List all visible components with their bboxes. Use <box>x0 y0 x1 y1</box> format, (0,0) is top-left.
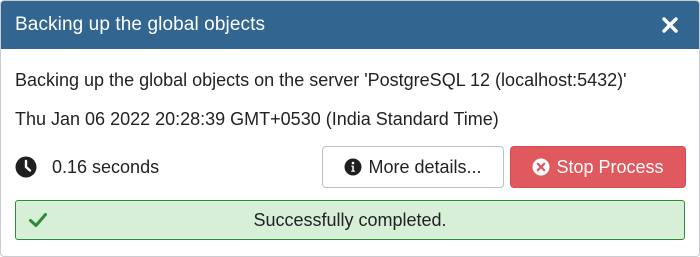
status-row: 0.16 seconds More details... Stop Proces… <box>15 146 686 188</box>
success-message: Successfully completed. <box>253 209 447 230</box>
elapsed-time-value: 0.16 seconds <box>52 156 160 177</box>
check-icon <box>29 213 47 227</box>
stop-process-button[interactable]: Stop Process <box>510 146 686 188</box>
process-start-time: Thu Jan 06 2022 20:28:39 GMT+0530 (India… <box>15 109 499 129</box>
info-circle-icon <box>344 158 362 176</box>
more-details-button[interactable]: More details... <box>322 146 504 188</box>
process-dialog: Backing up the global objects Backing up… <box>0 0 700 257</box>
more-details-label: More details... <box>368 156 482 177</box>
clock-icon <box>15 156 37 178</box>
stop-process-label: Stop Process <box>556 156 664 177</box>
elapsed-time: 0.16 seconds <box>15 156 159 178</box>
times-circle-icon <box>532 158 550 176</box>
close-button[interactable] <box>659 14 681 36</box>
dialog-title: Backing up the global objects <box>15 14 266 35</box>
success-alert: Successfully completed. <box>15 200 685 240</box>
close-icon <box>662 17 678 33</box>
process-description: Backing up the global objects on the ser… <box>15 70 627 90</box>
dialog-titlebar[interactable]: Backing up the global objects <box>1 1 699 49</box>
